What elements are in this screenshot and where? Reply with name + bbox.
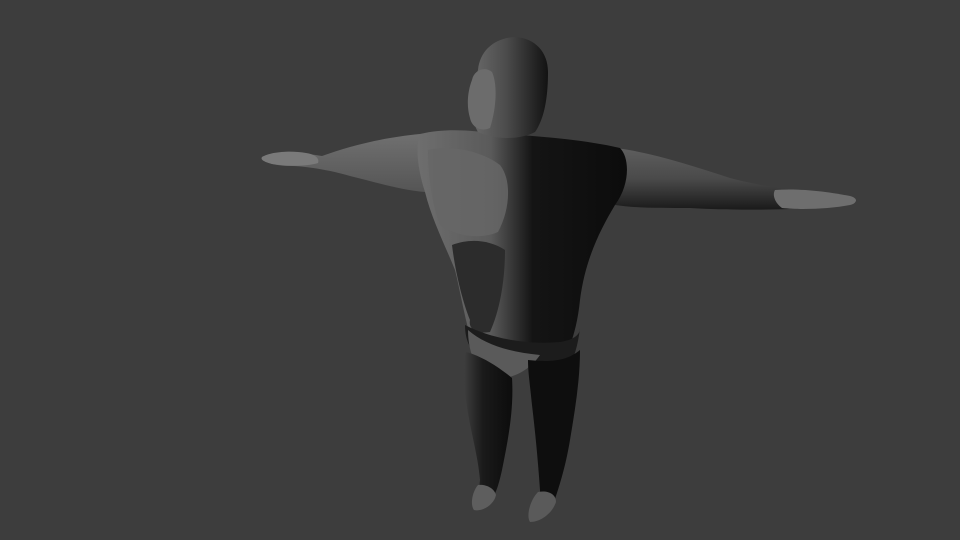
- character-render: [261, 37, 856, 522]
- right-leg: [528, 350, 580, 505]
- right-hand: [773, 189, 856, 209]
- right-foot: [528, 491, 556, 522]
- left-hand: [261, 151, 319, 166]
- render-viewport: [0, 0, 960, 540]
- face: [467, 69, 496, 130]
- left-leg: [463, 352, 513, 500]
